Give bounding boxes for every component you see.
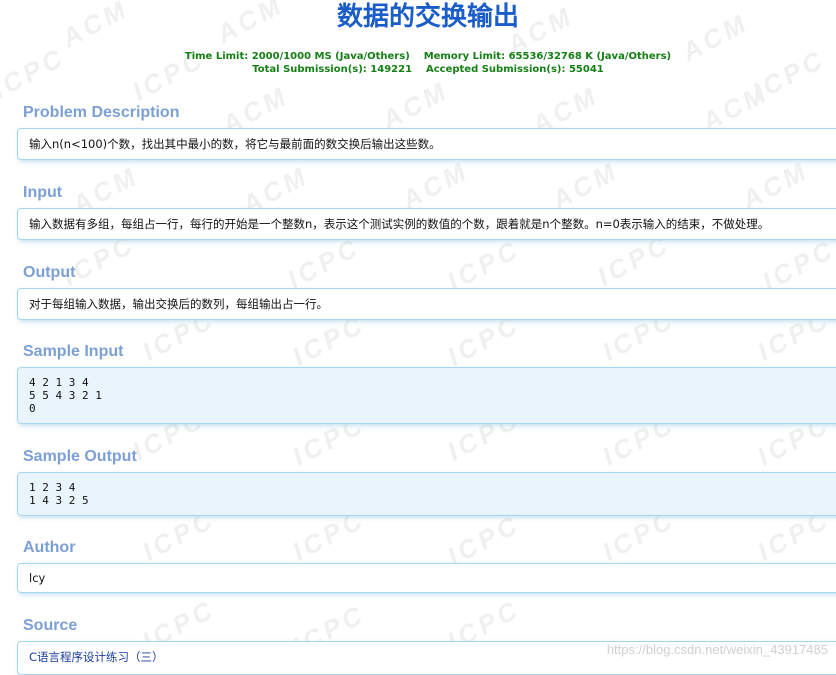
stats-line-1: Time Limit: 2000/1000 MS (Java/Others) M… bbox=[0, 50, 836, 63]
description-heading: Problem Description bbox=[23, 104, 180, 121]
author-heading: Author bbox=[23, 539, 76, 556]
problem-title: 数据的交换输出 bbox=[336, 2, 519, 32]
watermark-acm: ACM bbox=[376, 75, 454, 136]
stats-line-2: Total Submission(s): 149221 Accepted Sub… bbox=[0, 63, 836, 76]
input-heading: Input bbox=[23, 184, 63, 201]
description-panel: 输入n(n<100)个数，找出其中最小的数，将它与最前面的数交换后输出这些数。 bbox=[17, 128, 836, 160]
author-text: lcy bbox=[29, 571, 46, 585]
sample-input-panel[interactable]: 4 2 1 3 4 5 5 4 3 2 1 0 bbox=[17, 367, 836, 424]
source-heading: Source bbox=[23, 617, 78, 634]
accepted-submissions: Accepted Submission(s): 55041 bbox=[425, 64, 604, 75]
watermark-acm: ACM bbox=[396, 155, 474, 216]
watermark-acm: ACM bbox=[546, 155, 624, 216]
csdn-watermark: https://blog.csdn.net/weixin_43917485 bbox=[606, 642, 828, 657]
sample-input-heading: Sample Input bbox=[23, 343, 124, 360]
source-link[interactable]: C语言程序设计练习（三） bbox=[29, 650, 164, 664]
sample-output-panel[interactable]: 1 2 3 4 1 4 3 2 5 bbox=[17, 472, 836, 516]
output-panel: 对于每组输入数据，输出交换后的数列，每组输出占一行。 bbox=[17, 288, 836, 320]
output-text: 对于每组输入数据，输出交换后的数列，每组输出占一行。 bbox=[29, 297, 328, 311]
description-text: 输入n(n<100)个数，找出其中最小的数，将它与最前面的数交换后输出这些数。 bbox=[29, 137, 441, 151]
watermark-icpc: ICPC bbox=[282, 231, 366, 295]
sample-output-heading: Sample Output bbox=[23, 448, 137, 465]
output-heading: Output bbox=[23, 264, 76, 281]
watermark-acm: ACM bbox=[736, 155, 814, 216]
author-panel: lcy bbox=[17, 563, 836, 593]
input-panel: 输入数据有多组，每组占一行，每行的开始是一个整数n，表示这个测试实例的数值的个数… bbox=[17, 208, 836, 240]
problem-stats: Time Limit: 2000/1000 MS (Java/Others) M… bbox=[0, 50, 836, 76]
time-limit: Time Limit: 2000/1000 MS (Java/Others) bbox=[184, 51, 410, 62]
total-submissions: Total Submission(s): 149221 bbox=[252, 64, 413, 75]
input-text: 输入数据有多组，每组占一行，每行的开始是一个整数n，表示这个测试实例的数值的个数… bbox=[29, 217, 770, 231]
memory-limit: Memory Limit: 65536/32768 K (Java/Others… bbox=[423, 51, 672, 62]
